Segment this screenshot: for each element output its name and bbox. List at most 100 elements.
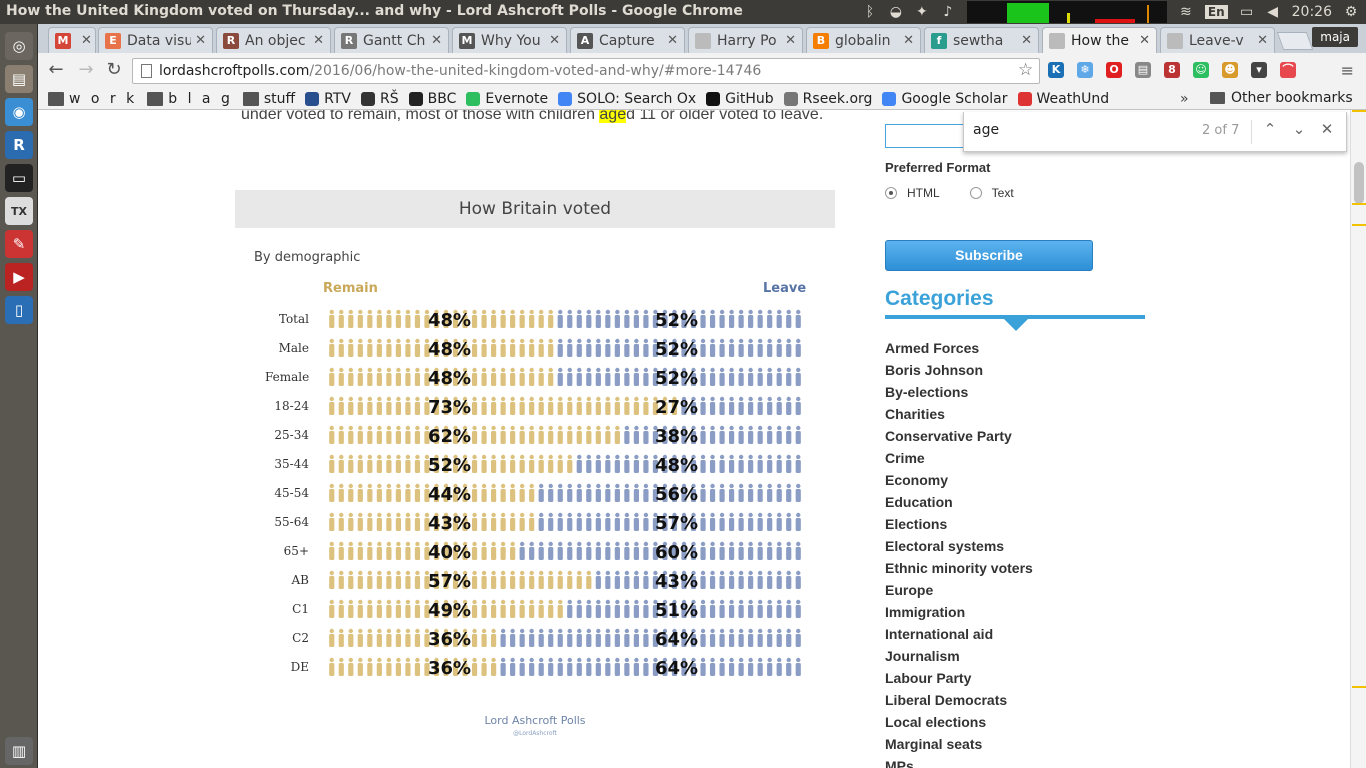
category-link[interactable]: Armed Forces [885, 337, 1033, 359]
browser-tab[interactable]: How the ✕ [1042, 27, 1157, 53]
bookmark-item[interactable]: GitHub [706, 91, 774, 107]
bookmark-item[interactable]: WeathUnd [1017, 91, 1109, 107]
category-link[interactable]: Boris Johnson [885, 359, 1033, 381]
sync-icon[interactable]: ◒ [889, 5, 903, 19]
browser-tab[interactable]: R Gantt Ch ✕ [334, 27, 449, 53]
volume-icon[interactable]: ◀ [1266, 5, 1280, 19]
browser-tab[interactable]: E Data visu ✕ [98, 27, 213, 53]
bookmarks-overflow-button[interactable]: » [1180, 91, 1189, 107]
category-link[interactable]: Ethnic minority voters [885, 557, 1033, 579]
reload-button[interactable]: ↻ [104, 60, 124, 80]
bird-extension-icon[interactable]: 8 [1164, 62, 1180, 78]
bookmark-star-icon[interactable]: ☆ [1018, 60, 1033, 80]
chrome-icon[interactable]: ◉ [5, 98, 33, 126]
category-link[interactable]: Education [885, 491, 1033, 513]
dash-icon[interactable]: ◎ [5, 32, 33, 60]
tools-icon[interactable]: ✎ [5, 230, 33, 258]
tab-close-icon[interactable]: ✕ [785, 33, 796, 48]
category-link[interactable]: Immigration [885, 601, 1033, 623]
trash-icon[interactable]: ▥ [5, 737, 33, 765]
k-extension-icon[interactable]: K [1048, 62, 1064, 78]
category-link[interactable]: MPs [885, 755, 1033, 768]
battery-icon[interactable]: ▭ [1240, 5, 1254, 19]
tab-close-icon[interactable]: ✕ [1021, 33, 1032, 48]
forward-button[interactable]: → [76, 60, 96, 80]
dropbox-icon[interactable]: ✦ [915, 5, 929, 19]
category-link[interactable]: Elections [885, 513, 1033, 535]
tab-close-icon[interactable]: ✕ [313, 33, 324, 48]
bookmark-item[interactable]: stuff [242, 91, 295, 107]
browser-tab[interactable]: R An objec ✕ [216, 27, 331, 53]
find-next-button[interactable]: ⌄ [1290, 120, 1308, 138]
wifi-icon[interactable]: ≋ [1179, 5, 1193, 19]
find-previous-button[interactable]: ⌃ [1261, 120, 1279, 138]
category-link[interactable]: Local elections [885, 711, 1033, 733]
browser-tab[interactable]: Leave-v ✕ [1160, 27, 1275, 53]
tab-close-icon[interactable]: ✕ [1257, 33, 1268, 48]
bookmark-item[interactable]: Evernote [466, 91, 548, 107]
category-link[interactable]: Labour Party [885, 667, 1033, 689]
category-link[interactable]: International aid [885, 623, 1033, 645]
bookmark-item[interactable]: Google Scholar [882, 91, 1008, 107]
media-player-icon[interactable]: ▶ [5, 263, 33, 291]
bookmark-item[interactable]: BBC [408, 91, 456, 107]
microphone-icon[interactable]: ♪ [941, 5, 955, 19]
bookmark-item[interactable]: RŠ [360, 91, 399, 107]
browser-tab[interactable]: f sewtha ✕ [924, 27, 1039, 53]
category-link[interactable]: By-elections [885, 381, 1033, 403]
pocket-extension-icon[interactable]: ▾ [1251, 62, 1267, 78]
address-bar[interactable]: lordashcroftpolls.com/2016/06/how-the-un… [132, 58, 1040, 84]
clock[interactable]: 20:26 [1292, 4, 1332, 20]
terminal-icon[interactable]: ▭ [5, 164, 33, 192]
browser-tab[interactable]: M Why You ✕ [452, 27, 567, 53]
browser-tab[interactable]: Bglobalin ✕ [806, 27, 921, 53]
document-viewer-icon[interactable]: ▯ [5, 296, 33, 324]
find-input[interactable]: age [973, 122, 999, 138]
category-link[interactable]: Marginal seats [885, 733, 1033, 755]
tab-close-icon[interactable]: ✕ [431, 33, 442, 48]
back-button[interactable]: ← [46, 60, 66, 80]
category-link[interactable]: Crime [885, 447, 1033, 469]
bookmark-item[interactable]: w o r k [48, 91, 137, 107]
category-link[interactable]: Liberal Democrats [885, 689, 1033, 711]
rstudio-icon[interactable]: R [5, 131, 33, 159]
category-link[interactable]: Economy [885, 469, 1033, 491]
scrollbar-thumb[interactable] [1354, 162, 1364, 204]
tab-close-icon[interactable]: ✕ [667, 33, 678, 48]
page-info-icon[interactable] [141, 64, 152, 78]
page-scrollbar[interactable] [1350, 110, 1366, 768]
settings-gear-icon[interactable]: ⚙ [1344, 5, 1358, 19]
other-bookmarks[interactable]: Other bookmarks [1210, 90, 1353, 106]
category-link[interactable]: Journalism [885, 645, 1033, 667]
category-link[interactable]: Conservative Party [885, 425, 1033, 447]
tab-close-icon[interactable]: ✕ [81, 33, 92, 48]
find-close-button[interactable]: ✕ [1318, 120, 1336, 138]
files-icon[interactable]: ▤ [5, 65, 33, 93]
book-extension-icon[interactable]: ▤ [1135, 62, 1151, 78]
tab-close-icon[interactable]: ✕ [1139, 33, 1150, 48]
opera-extension-icon[interactable]: O [1106, 62, 1122, 78]
texmaker-icon[interactable]: TX [5, 197, 33, 225]
system-monitor-graph[interactable] [966, 1, 1167, 23]
new-tab-button[interactable] [1276, 32, 1314, 50]
tab-close-icon[interactable]: ✕ [195, 33, 206, 48]
category-link[interactable]: Europe [885, 579, 1033, 601]
subscribe-button[interactable]: Subscribe [885, 240, 1093, 271]
bookmark-item[interactable]: RTV [305, 91, 351, 107]
evernote-extension-icon[interactable]: ☺ [1193, 62, 1209, 78]
face-extension-icon[interactable]: ☻ [1222, 62, 1238, 78]
text-radio[interactable] [969, 187, 982, 199]
rainbow-extension-icon[interactable]: ⌒ [1280, 62, 1296, 78]
bluetooth-icon[interactable]: ᛒ [863, 5, 877, 19]
tab-close-icon[interactable]: ✕ [549, 33, 560, 48]
chrome-menu-button[interactable]: ≡ [1341, 61, 1354, 80]
html-radio[interactable] [885, 187, 897, 199]
bookmark-item[interactable]: SOLO: Search Ox [558, 91, 696, 107]
browser-tab[interactable]: A Capture ✕ [570, 27, 685, 53]
bookmark-item[interactable]: Rseek.org [783, 91, 872, 107]
tab-close-icon[interactable]: ✕ [903, 33, 914, 48]
browser-tab[interactable]: Harry Po ✕ [688, 27, 803, 53]
bookmark-item[interactable]: b l a g [147, 91, 233, 107]
snowflake-extension-icon[interactable]: ❄ [1077, 62, 1093, 78]
browser-tab[interactable]: M ✕ [48, 27, 96, 53]
